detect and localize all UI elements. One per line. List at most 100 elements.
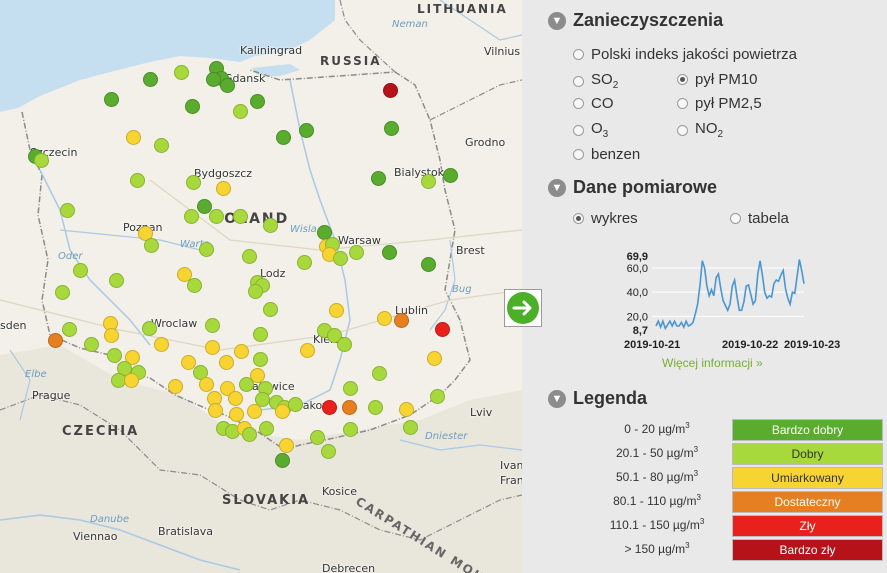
station-marker[interactable]: [109, 273, 124, 288]
station-marker[interactable]: [205, 318, 220, 333]
more-info-link[interactable]: Więcej informacji »: [662, 356, 763, 370]
station-marker[interactable]: [216, 181, 231, 196]
station-marker[interactable]: [333, 251, 348, 266]
station-marker[interactable]: [342, 400, 357, 415]
station-marker[interactable]: [62, 322, 77, 337]
station-marker[interactable]: [185, 99, 200, 114]
station-marker[interactable]: [300, 343, 315, 358]
station-marker[interactable]: [382, 245, 397, 260]
option-co[interactable]: CO: [573, 95, 614, 112]
station-marker[interactable]: [233, 209, 248, 224]
station-marker[interactable]: [144, 238, 159, 253]
section-legend-header[interactable]: ▼ Legenda: [548, 388, 647, 409]
station-marker[interactable]: [275, 453, 290, 468]
station-marker[interactable]: [430, 389, 445, 404]
station-marker[interactable]: [337, 337, 352, 352]
station-marker[interactable]: [421, 257, 436, 272]
station-marker[interactable]: [377, 311, 392, 326]
station-marker[interactable]: [297, 255, 312, 270]
station-marker[interactable]: [253, 352, 268, 367]
station-marker[interactable]: [199, 242, 214, 257]
option-o3[interactable]: O3: [573, 120, 608, 140]
station-marker[interactable]: [250, 94, 265, 109]
station-marker[interactable]: [279, 438, 294, 453]
option-pm25[interactable]: pył PM2,5: [677, 95, 762, 112]
station-marker[interactable]: [130, 173, 145, 188]
station-marker[interactable]: [263, 218, 278, 233]
station-marker[interactable]: [372, 366, 387, 381]
station-marker[interactable]: [55, 285, 70, 300]
station-marker[interactable]: [208, 403, 223, 418]
station-marker[interactable]: [321, 444, 336, 459]
station-marker[interactable]: [154, 138, 169, 153]
station-marker[interactable]: [73, 263, 88, 278]
station-marker[interactable]: [247, 404, 262, 419]
view-table-option[interactable]: tabela: [730, 210, 789, 227]
station-marker[interactable]: [343, 422, 358, 437]
station-marker[interactable]: [288, 397, 303, 412]
station-marker[interactable]: [253, 327, 268, 342]
section-measurements-header[interactable]: ▼ Dane pomiarowe: [548, 177, 717, 198]
option-pm10[interactable]: pył PM10: [677, 71, 758, 88]
station-marker[interactable]: [184, 209, 199, 224]
station-marker[interactable]: [126, 130, 141, 145]
station-marker[interactable]: [107, 348, 122, 363]
section-pollutants-header[interactable]: ▼ Zanieczyszczenia: [548, 10, 723, 31]
station-marker[interactable]: [383, 83, 398, 98]
option-pij[interactable]: Polski indeks jakości powietrza: [573, 46, 797, 63]
station-marker[interactable]: [403, 420, 418, 435]
station-marker[interactable]: [242, 427, 257, 442]
station-marker[interactable]: [187, 278, 202, 293]
option-no2[interactable]: NO2: [677, 120, 723, 140]
station-marker[interactable]: [228, 391, 243, 406]
station-marker[interactable]: [199, 377, 214, 392]
station-marker[interactable]: [299, 123, 314, 138]
view-chart-option[interactable]: wykres: [573, 210, 638, 227]
station-marker[interactable]: [248, 284, 263, 299]
station-marker[interactable]: [239, 377, 254, 392]
station-marker[interactable]: [349, 245, 364, 260]
station-marker[interactable]: [168, 379, 183, 394]
pm10-line-chart[interactable]: 69,960,0 40,0 20,0 8,7 2019-10-21 2019-10-22 2…: [594, 248, 844, 358]
station-marker[interactable]: [143, 72, 158, 87]
station-marker[interactable]: [310, 430, 325, 445]
station-marker[interactable]: [435, 322, 450, 337]
station-marker[interactable]: [104, 328, 119, 343]
station-marker[interactable]: [186, 175, 201, 190]
station-marker[interactable]: [48, 333, 63, 348]
station-marker[interactable]: [343, 381, 358, 396]
station-marker[interactable]: [263, 302, 278, 317]
station-marker[interactable]: [443, 168, 458, 183]
option-so2[interactable]: SO2: [573, 71, 618, 91]
station-marker[interactable]: [427, 351, 442, 366]
station-marker[interactable]: [322, 400, 337, 415]
station-marker[interactable]: [276, 130, 291, 145]
station-marker[interactable]: [259, 421, 274, 436]
station-marker[interactable]: [209, 209, 224, 224]
station-marker[interactable]: [421, 174, 436, 189]
station-marker[interactable]: [242, 249, 257, 264]
station-marker[interactable]: [142, 321, 157, 336]
station-marker[interactable]: [205, 340, 220, 355]
station-marker[interactable]: [84, 337, 99, 352]
station-marker[interactable]: [371, 171, 386, 186]
station-marker[interactable]: [60, 203, 75, 218]
next-arrow-button[interactable]: [504, 289, 542, 327]
station-marker[interactable]: [233, 104, 248, 119]
station-marker[interactable]: [329, 303, 344, 318]
station-marker[interactable]: [399, 402, 414, 417]
station-marker[interactable]: [368, 400, 383, 415]
option-benzen[interactable]: benzen: [573, 146, 640, 163]
station-marker[interactable]: [229, 407, 244, 422]
station-marker[interactable]: [219, 355, 234, 370]
station-marker[interactable]: [394, 313, 409, 328]
station-marker[interactable]: [234, 344, 249, 359]
station-marker[interactable]: [124, 373, 139, 388]
station-marker[interactable]: [174, 65, 189, 80]
station-marker[interactable]: [34, 153, 49, 168]
station-marker[interactable]: [104, 92, 119, 107]
station-marker[interactable]: [206, 72, 221, 87]
air-quality-map[interactable]: LITHUANIA Neman Vilnius Kaliningrad RUSS…: [0, 0, 522, 573]
station-marker[interactable]: [154, 337, 169, 352]
station-marker[interactable]: [384, 121, 399, 136]
